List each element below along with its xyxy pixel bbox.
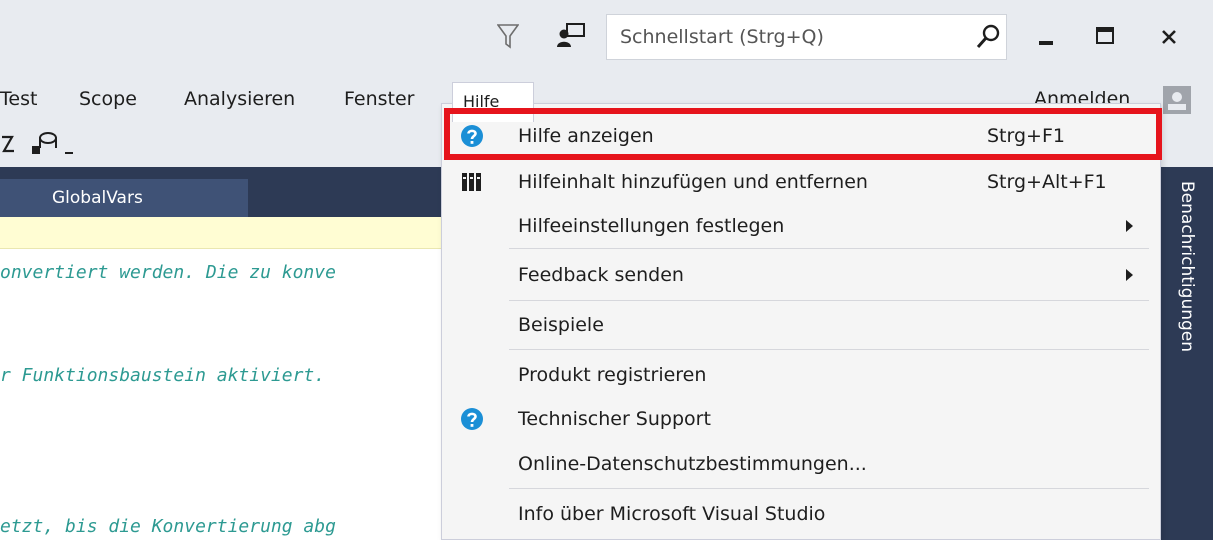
menu-item-label: Produkt registrieren xyxy=(518,364,707,386)
quick-launch-input[interactable] xyxy=(607,15,967,59)
notifications-rail: Benachrichtigungen xyxy=(1160,167,1213,540)
menu-item-beispiele[interactable]: Beispiele xyxy=(442,303,1160,347)
menu-item-info-visual-studio[interactable]: Info über Microsoft Visual Studio xyxy=(442,492,1160,536)
close-icon[interactable] xyxy=(1150,17,1190,57)
minimize-icon[interactable] xyxy=(1029,17,1069,57)
toolbar-database-icon[interactable] xyxy=(30,131,60,157)
menu-item-label: Online-Datenschutzbestimmungen... xyxy=(518,453,867,475)
toolbar-tool-icon[interactable] xyxy=(0,131,16,157)
menu-item-datenschutz[interactable]: Online-Datenschutzbestimmungen... xyxy=(442,442,1160,486)
toolbar-overflow-icon[interactable] xyxy=(64,138,76,156)
menu-item-label: Hilfe anzeigen xyxy=(518,125,654,147)
menu-item-hilfeinhalt[interactable]: Hilfeinhalt hinzufügen und entfernen Str… xyxy=(442,160,1160,204)
menu-item-technischer-support[interactable]: Technischer Support xyxy=(442,397,1160,441)
filter-icon[interactable] xyxy=(497,23,519,49)
tab-globalvars[interactable]: GlobalVars xyxy=(0,179,248,217)
help-menu-dropdown: Hilfe anzeigen Strg+F1 Hilfeinhalt hinzu… xyxy=(441,103,1161,540)
menu-separator xyxy=(509,488,1149,489)
notifications-tab[interactable]: Benachrichtigungen xyxy=(1160,181,1213,401)
menu-separator xyxy=(509,349,1149,350)
menu-hilfe[interactable]: Hilfe xyxy=(452,82,534,122)
feedback-icon[interactable] xyxy=(556,22,586,48)
menu-item-label: Feedback senden xyxy=(518,264,684,286)
library-icon xyxy=(462,173,481,191)
menu-separator xyxy=(509,300,1149,301)
menu-test[interactable]: Test xyxy=(0,80,60,118)
menu-separator xyxy=(509,248,1149,249)
menu-item-label: Beispiele xyxy=(518,314,604,336)
menu-item-label: Hilfeeinstellungen festlegen xyxy=(518,215,785,237)
menu-item-label: Technischer Support xyxy=(518,408,711,430)
code-comment-line: r Funktionsbaustein aktiviert. xyxy=(0,365,326,386)
menu-item-produkt-registrieren[interactable]: Produkt registrieren xyxy=(442,353,1160,397)
submenu-arrow-icon xyxy=(1126,269,1133,281)
menu-scope[interactable]: Scope xyxy=(79,80,137,118)
title-bar xyxy=(0,0,1213,80)
menu-item-label: Hilfeinhalt hinzufügen und entfernen xyxy=(518,171,868,193)
submenu-arrow-icon xyxy=(1126,220,1133,232)
menu-item-hilfeeinstellungen[interactable]: Hilfeeinstellungen festlegen xyxy=(442,204,1160,248)
code-comment-line: onvertiert werden. Die zu konve xyxy=(0,262,336,283)
menu-item-hilfe-anzeigen[interactable]: Hilfe anzeigen Strg+F1 xyxy=(442,114,1160,158)
menu-fenster[interactable]: Fenster xyxy=(344,80,414,118)
code-comment-line: etzt, bis die Konvertierung abg xyxy=(0,516,336,537)
quick-launch-search xyxy=(606,14,1007,60)
help-circle-icon xyxy=(461,408,483,430)
menu-analysieren[interactable]: Analysieren xyxy=(184,80,295,118)
search-icon[interactable] xyxy=(975,23,1001,51)
menu-item-label: Info über Microsoft Visual Studio xyxy=(518,503,826,525)
menu-item-shortcut: Strg+Alt+F1 xyxy=(987,171,1107,193)
maximize-icon[interactable] xyxy=(1085,17,1125,57)
menu-item-shortcut: Strg+F1 xyxy=(987,125,1065,147)
help-circle-icon xyxy=(461,125,483,147)
user-avatar-icon[interactable] xyxy=(1163,86,1191,114)
menu-item-feedback-senden[interactable]: Feedback senden xyxy=(442,253,1160,297)
